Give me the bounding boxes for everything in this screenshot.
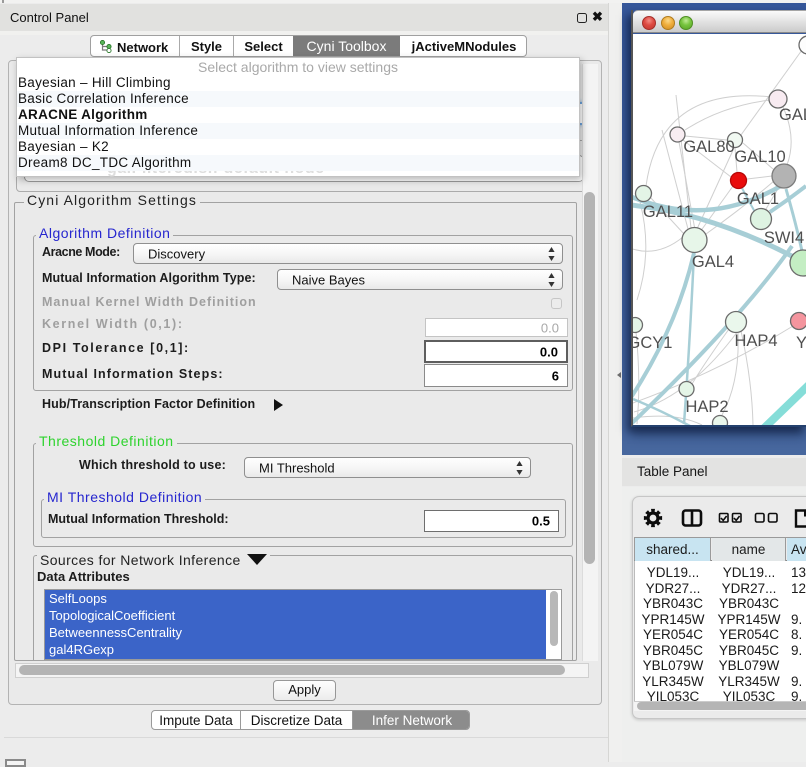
svg-text:GAL1: GAL1 [737, 190, 779, 208]
svg-text:YEL047C: YEL047C [796, 334, 806, 352]
svg-text:GAL2: GAL2 [779, 106, 806, 124]
svg-text:SWI4: SWI4 [764, 229, 804, 247]
svg-text:HAP4: HAP4 [734, 332, 777, 350]
svg-text:GAL11: GAL11 [643, 203, 693, 221]
svg-text:GAL80: GAL80 [683, 138, 734, 156]
svg-text:GAL10: GAL10 [734, 148, 785, 166]
svg-text:GCY1: GCY1 [633, 334, 672, 352]
svg-text:GAL4: GAL4 [692, 253, 734, 271]
svg-text:HAP2: HAP2 [685, 398, 728, 416]
